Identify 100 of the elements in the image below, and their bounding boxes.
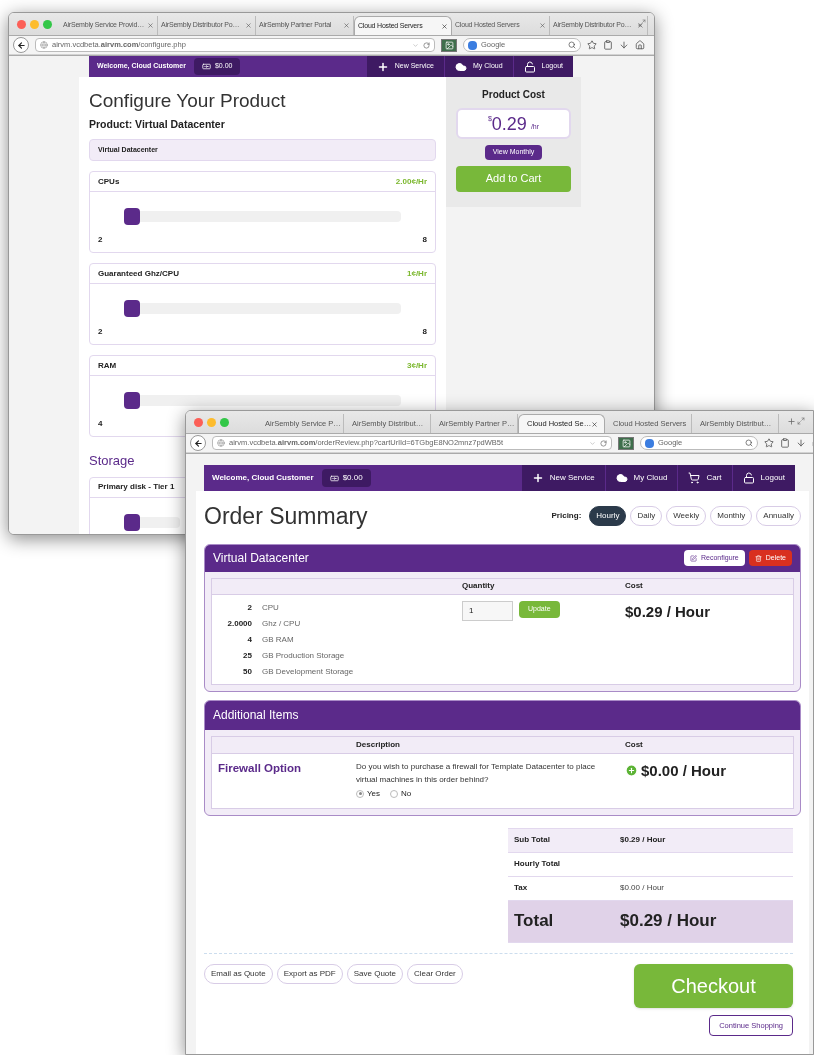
image-icon[interactable]	[618, 436, 634, 450]
radio-button[interactable]	[356, 789, 364, 798]
plus-icon	[376, 60, 389, 73]
close-tab-icon[interactable]	[637, 22, 644, 29]
section-heading: Storage	[89, 452, 135, 470]
spec-label: Ghz / CPU	[262, 617, 301, 630]
close-tab-icon[interactable]	[147, 22, 154, 29]
back-button[interactable]	[13, 37, 29, 53]
slider[interactable]	[124, 208, 401, 225]
edit-icon	[690, 554, 697, 562]
nav-link[interactable]: My Cloud	[604, 465, 678, 491]
radio-label: No	[401, 787, 412, 800]
totals-value: $0.00 / Hour	[620, 882, 665, 894]
fullscreen-icon[interactable]	[797, 417, 805, 425]
slider-handle[interactable]	[124, 300, 140, 317]
cost-title: Product Cost	[482, 88, 545, 102]
slider-handle[interactable]	[124, 513, 140, 531]
pricing-option[interactable]: Monthly	[710, 506, 753, 527]
spec-value: 25	[242, 649, 253, 662]
image-icon[interactable]	[441, 38, 457, 52]
spec-label: GB Development Storage	[262, 665, 354, 678]
back-arrow-icon	[193, 438, 203, 448]
spec-label: CPU	[262, 601, 279, 614]
action-button[interactable]: Save Quote	[346, 963, 403, 984]
column-header: Cost	[625, 738, 643, 751]
cloud-icon	[615, 472, 628, 484]
spec-label: GB Production Storage	[262, 649, 345, 662]
totals-label: Total	[513, 910, 555, 933]
fullscreen-icon[interactable]	[638, 19, 646, 27]
slider[interactable]	[124, 513, 180, 531]
totals-label: Tax	[513, 882, 529, 894]
item-name: Firewall Option	[217, 760, 303, 776]
slider[interactable]	[124, 300, 401, 317]
column-header: Cost	[625, 580, 643, 592]
page-title: Configure Your Product	[89, 89, 287, 113]
pricing-option[interactable]: Annually	[756, 506, 801, 527]
bookmark-star-icon[interactable]	[587, 40, 597, 50]
slider-label: Guaranteed Ghz/CPU	[98, 267, 179, 280]
search-engine-icon[interactable]	[645, 438, 654, 448]
quantity-field[interactable]: 1	[462, 600, 513, 621]
nav-link[interactable]: Cart	[677, 465, 732, 491]
radio-button[interactable]	[390, 789, 399, 798]
slider-label: CPUs	[98, 175, 120, 188]
cart-icon	[688, 472, 701, 484]
spec-value: 2.0000	[226, 617, 253, 630]
slider-handle[interactable]	[124, 208, 140, 225]
search-icon[interactable]	[745, 439, 753, 447]
bookmark-star-icon[interactable]	[764, 438, 774, 448]
reload-icon[interactable]	[600, 439, 607, 447]
close-window-button[interactable]	[194, 418, 203, 427]
totals-value: $0.29 / Hour	[620, 834, 666, 846]
back-arrow-icon	[16, 40, 26, 50]
slider-handle[interactable]	[124, 392, 140, 409]
add-icon[interactable]	[625, 764, 638, 778]
trash-icon	[754, 554, 762, 562]
column-header: Description	[356, 738, 401, 751]
product-label: Product: Virtual Datacenter	[89, 116, 226, 132]
close-window-button[interactable]	[17, 20, 26, 29]
close-tab-icon[interactable]	[539, 22, 546, 29]
home-icon[interactable]	[635, 40, 645, 50]
action-button[interactable]: Export as PDF	[276, 963, 343, 984]
totals-label: Sub Total	[513, 834, 551, 846]
plus-icon	[531, 472, 544, 484]
search-icon[interactable]	[568, 41, 576, 49]
spec-value: 4	[246, 633, 253, 646]
reload-icon[interactable]	[423, 41, 430, 49]
close-tab-icon[interactable]	[441, 22, 448, 30]
action-button[interactable]: Clear Order	[406, 963, 463, 984]
max-value: 8	[422, 234, 427, 246]
close-tab-icon[interactable]	[591, 420, 599, 428]
clipboard-icon[interactable]	[780, 438, 790, 448]
nav-link[interactable]: Logout	[731, 465, 795, 491]
max-value: 8	[422, 326, 427, 338]
pricing-option[interactable]: Daily	[630, 506, 663, 527]
spec-value: 2	[246, 601, 253, 614]
close-tab-icon[interactable]	[245, 22, 252, 29]
min-value: 4	[98, 418, 103, 430]
download-icon[interactable]	[619, 40, 629, 50]
spec-label: GB RAM	[262, 633, 294, 646]
slider-label: RAM	[98, 359, 117, 372]
spec-value: 50	[242, 665, 253, 678]
back-button[interactable]	[190, 435, 206, 451]
clipboard-icon[interactable]	[603, 40, 613, 50]
slider[interactable]	[124, 392, 401, 409]
totals-value: $0.29 / Hour	[620, 910, 717, 933]
page-title: Order Summary	[204, 502, 368, 531]
new-tab-icon[interactable]	[787, 417, 796, 426]
download-icon[interactable]	[796, 438, 806, 448]
balance-badge[interactable]: $0.00	[321, 469, 371, 487]
pricing-option[interactable]: Weekly	[666, 506, 707, 527]
unlocked-padlock-icon	[523, 60, 536, 73]
close-tab-icon[interactable]	[343, 22, 350, 29]
action-button[interactable]: Email as Quote	[204, 963, 273, 984]
pricing-option[interactable]: Hourly	[589, 506, 627, 527]
search-engine-icon[interactable]	[468, 40, 477, 50]
panel-title: Additional Items	[213, 707, 299, 724]
nav-link[interactable]: New Service	[520, 465, 605, 491]
slider-label: Primary disk - Tier 1	[98, 481, 175, 493]
item-description: Do you wish to purchase a firewall for Template Datacenter to place virtual machines in this order behind?	[356, 760, 597, 786]
min-value: 2	[98, 326, 103, 338]
